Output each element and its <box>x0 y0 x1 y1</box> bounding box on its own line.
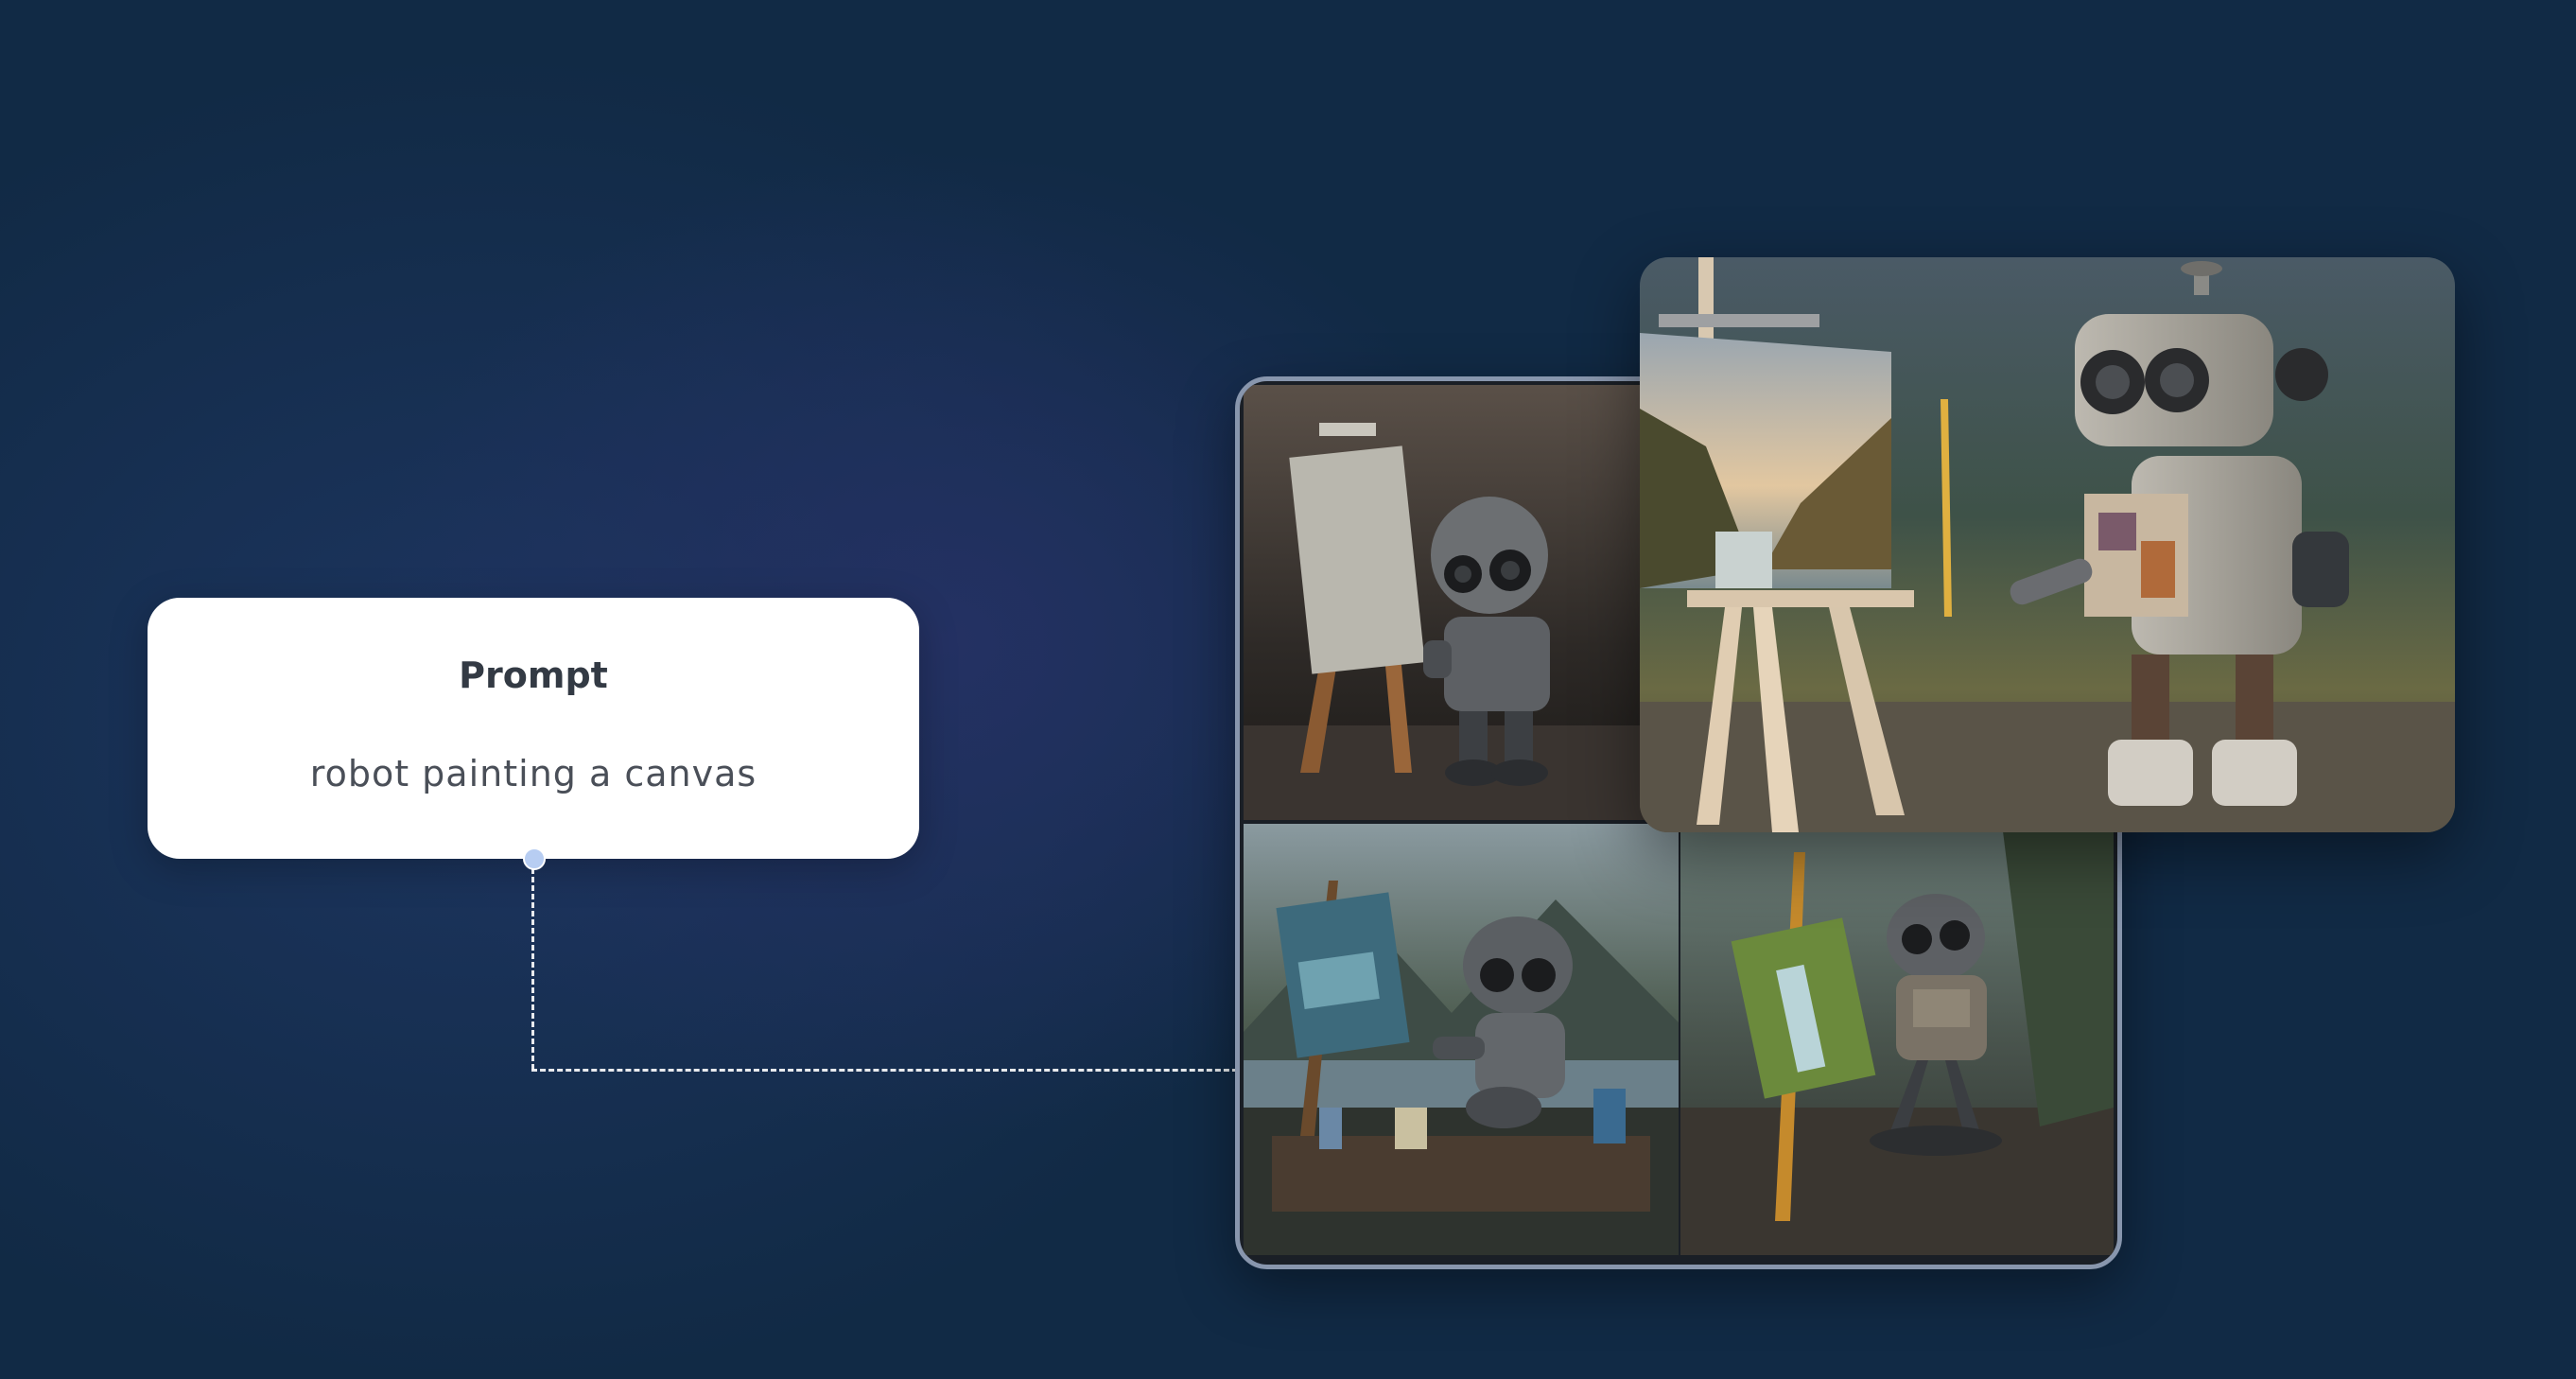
canvas-stage: Prompt robot painting a canvas <box>0 0 2576 1379</box>
prompt-card: Prompt robot painting a canvas <box>148 598 919 859</box>
generated-image-studio <box>1244 385 1650 820</box>
connector-line-vertical <box>531 868 534 1070</box>
generated-image-waterfall <box>1680 824 2114 1255</box>
prompt-title: Prompt <box>459 655 608 696</box>
generated-image-lake <box>1244 824 1679 1255</box>
generated-image-large <box>1640 257 2455 832</box>
prompt-text: robot painting a canvas <box>309 753 757 794</box>
connector-dot <box>523 847 546 870</box>
connector-line-horizontal <box>531 1069 1246 1072</box>
